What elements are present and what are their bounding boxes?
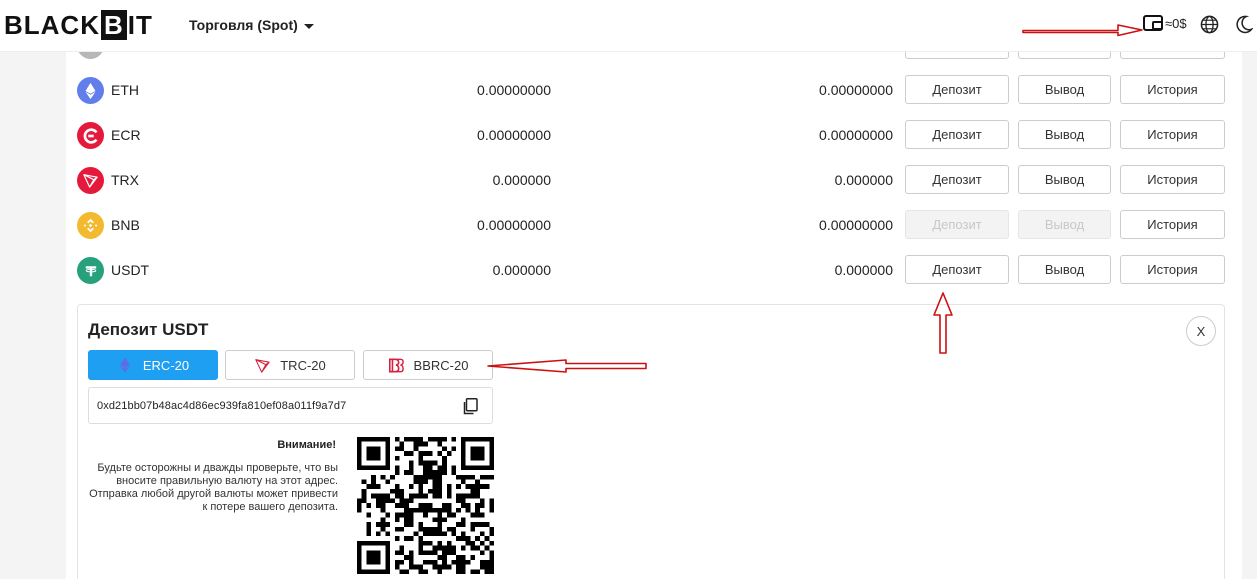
- history-button[interactable]: История: [1120, 165, 1225, 194]
- history-button[interactable]: История: [1120, 255, 1225, 284]
- history-button[interactable]: История: [1120, 120, 1225, 149]
- asset-name: ECR: [111, 127, 141, 143]
- tron-icon: [254, 356, 270, 374]
- asset-available: 0.000000: [834, 172, 893, 188]
- deposit-button[interactable]: Депозит: [905, 165, 1009, 194]
- ethereum-icon: [117, 356, 133, 374]
- deposit-title: Депозит USDT: [88, 320, 209, 339]
- tab-network-bbrc20[interactable]: BBRC-20: [363, 350, 493, 380]
- page: BLACKBIT Торговля (Spot) ≈0$ LTC0.000000…: [0, 0, 1257, 579]
- logo-text-right: IT: [127, 10, 153, 40]
- trade-menu-dropdown[interactable]: Торговля (Spot): [189, 16, 314, 34]
- warning-title: Внимание!: [277, 439, 336, 451]
- asset-available: 0.00000000: [819, 217, 893, 233]
- logo-text-box: B: [101, 10, 127, 40]
- trx-coin-icon: [77, 167, 104, 194]
- history-button[interactable]: История: [1120, 75, 1225, 104]
- asset-available: 0.00000000: [819, 127, 893, 143]
- wallet-icon: [1143, 15, 1163, 31]
- asset-balance: 0.00000000: [477, 82, 551, 98]
- moon-icon[interactable]: [1236, 15, 1253, 34]
- eth-coin-icon: [77, 77, 104, 104]
- deposit-button[interactable]: Депозит: [905, 75, 1009, 104]
- deposit-button[interactable]: Депозит: [905, 120, 1009, 149]
- asset-balance: 0.000000: [492, 172, 551, 188]
- deposit-address-field[interactable]: 0xd21bb07b48ac4d86ec939fa810ef08a011f9a7…: [88, 387, 493, 424]
- asset-balance: 0.00000000: [477, 217, 551, 233]
- withdraw-button: Вывод: [1018, 210, 1111, 239]
- withdraw-button[interactable]: Вывод: [1018, 120, 1111, 149]
- deposit-button[interactable]: Депозит: [905, 255, 1009, 284]
- asset-name: USDT: [111, 262, 150, 278]
- deposit-address-value: 0xd21bb07b48ac4d86ec939fa810ef08a011f9a7…: [97, 400, 347, 412]
- tab-network-label: BBRC-20: [413, 357, 469, 373]
- asset-name: TRX: [111, 172, 139, 188]
- warning-text: Будьте осторожны и дважды проверьте, что…: [89, 462, 338, 513]
- withdraw-button[interactable]: Вывод: [1018, 255, 1111, 284]
- asset-row-trx: TRX 0.000000 0.000000 Депозит Вывод История: [66, 158, 1242, 203]
- asset-row-eth: ETH 0.00000000 0.00000000 Депозит Вывод Истор…: [66, 68, 1242, 113]
- assets-panel: LTC0.000000000.00000000ДепозитВыводИстор…: [66, 30, 1242, 579]
- tab-network-trc20[interactable]: TRC-20: [225, 350, 355, 380]
- withdraw-button[interactable]: Вывод: [1018, 75, 1111, 104]
- tab-network-label: TRC-20: [280, 357, 326, 373]
- tab-network-label: ERC-20: [142, 357, 190, 373]
- tab-network-erc20[interactable]: ERC-20: [88, 350, 218, 380]
- deposit-button: Депозит: [905, 210, 1009, 239]
- asset-row-ecr: ECR 0.00000000 0.00000000 Депозит Вывод Истор…: [66, 113, 1242, 158]
- logo[interactable]: BLACK B IT: [4, 10, 153, 40]
- close-button[interactable]: X: [1186, 316, 1216, 346]
- deposit-qr-code: [357, 437, 494, 574]
- chevron-down-icon: [303, 23, 314, 29]
- wallet-balance-button[interactable]: ≈0$: [1143, 15, 1187, 31]
- asset-available: 0.00000000: [819, 82, 893, 98]
- usdt-coin-icon: [77, 257, 104, 284]
- asset-name: ETH: [111, 82, 139, 98]
- ecr-coin-icon: [77, 122, 104, 149]
- history-button[interactable]: История: [1120, 210, 1225, 239]
- top-header: BLACK B IT Торговля (Spot) ≈0$: [0, 0, 1257, 52]
- wallet-balance-value: ≈0$: [1165, 15, 1187, 31]
- asset-name: BNB: [111, 217, 140, 233]
- asset-row-bnb: BNB 0.00000000 0.00000000 Депозит Вывод Истор…: [66, 203, 1242, 248]
- deposit-panel: Депозит USDT X ERC-20 TRC-20 BBRC-20 0xd…: [77, 304, 1225, 579]
- logo-text-left: BLACK: [4, 10, 100, 40]
- globe-icon[interactable]: [1200, 15, 1219, 34]
- asset-available: 0.000000: [834, 262, 893, 278]
- copy-icon[interactable]: [462, 398, 478, 415]
- asset-balance: 0.000000: [492, 262, 551, 278]
- bnb-coin-icon: [77, 212, 104, 239]
- asset-row-usdt: USDT 0.000000 0.000000 Депозит Вывод История: [66, 248, 1242, 293]
- trade-menu-label: Торговля (Spot): [189, 17, 298, 33]
- asset-balance: 0.00000000: [477, 127, 551, 143]
- blackbit-token-icon: [388, 356, 404, 374]
- withdraw-button[interactable]: Вывод: [1018, 165, 1111, 194]
